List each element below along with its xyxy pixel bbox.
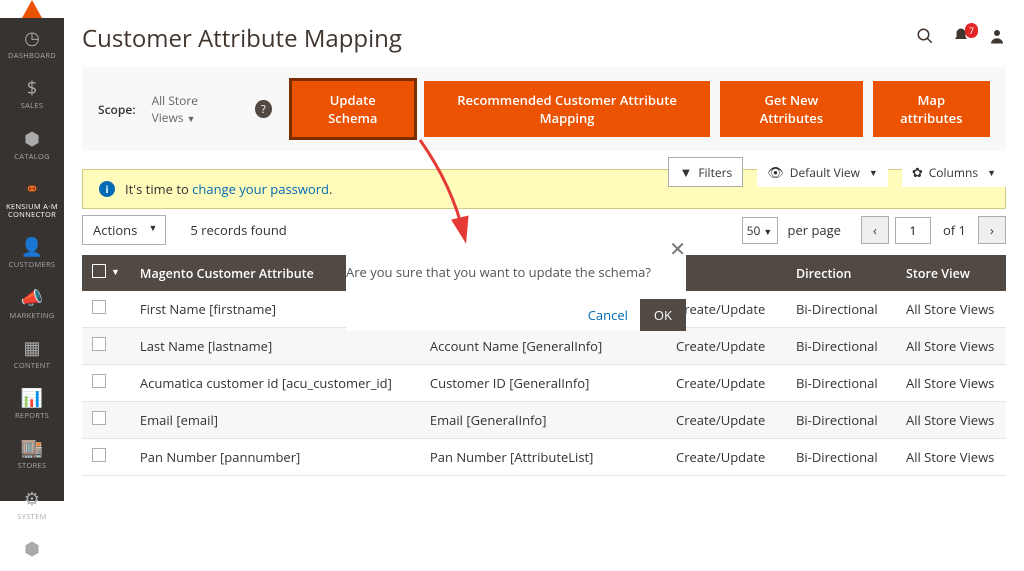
cell-action: Create/Update (666, 439, 786, 476)
change-password-link[interactable]: change your password (192, 180, 329, 198)
row-checkbox[interactable] (92, 337, 106, 351)
cell-magento: Pan Number [pannumber] (130, 439, 420, 476)
chart-icon: 📊 (21, 386, 43, 410)
nav-system[interactable]: ⚙SYSTEM (0, 479, 64, 529)
ok-button[interactable]: OK (640, 299, 686, 331)
col-store-view[interactable]: Store View (896, 255, 1006, 291)
cell-magento: Last Name [lastname] (130, 328, 420, 365)
update-schema-button[interactable]: Update Schema (292, 81, 414, 137)
nav-extra[interactable]: ⬢ (0, 529, 64, 571)
nav-sales[interactable]: $SALES (0, 68, 64, 118)
blocks-icon: ▦ (23, 336, 40, 360)
records-count: 5 records found (190, 221, 286, 239)
page-total: of 1 (943, 221, 966, 239)
page-header: Customer Attribute Mapping 7 (82, 0, 1006, 67)
cell-storeview: All Store Views (896, 402, 1006, 439)
close-icon[interactable]: ✕ (669, 235, 686, 262)
col-direction[interactable]: Direction (786, 255, 896, 291)
cell-direction: Bi-Directional (786, 439, 896, 476)
admin-sidebar: ◷DASHBOARD $SALES ⬢CATALOG ⚭KENSIUM A-M … (0, 0, 64, 501)
row-checkbox[interactable] (92, 374, 106, 388)
gear-icon: ⚙ (24, 487, 40, 511)
person-icon: 👤 (21, 235, 43, 259)
cell-acumatica: Email [GeneralInfo] (420, 402, 666, 439)
cell-acumatica: Pan Number [AttributeList] (420, 439, 666, 476)
per-page-label: per page (788, 221, 841, 239)
notifications-icon[interactable]: 7 (952, 27, 970, 51)
row-checkbox[interactable] (92, 300, 106, 314)
nav-marketing[interactable]: 📣MARKETING (0, 278, 64, 328)
nav-connector[interactable]: ⚭KENSIUM A-M CONNECTOR (0, 169, 64, 228)
nav-reports[interactable]: 📊REPORTS (0, 378, 64, 428)
help-icon[interactable]: ? (255, 100, 271, 118)
row-checkbox[interactable] (92, 411, 106, 425)
module-icon: ⬢ (24, 537, 40, 561)
table-row[interactable]: Acumatica customer id [acu_customer_id]C… (82, 365, 1006, 402)
notification-badge: 7 (965, 23, 978, 38)
select-all-header[interactable]: ▼ (82, 255, 130, 291)
dollar-icon: $ (27, 76, 37, 100)
cell-magento: Acumatica customer id [acu_customer_id] (130, 365, 420, 402)
table-row[interactable]: Last Name [lastname]Account Name [Genera… (82, 328, 1006, 365)
table-row[interactable]: Pan Number [pannumber]Pan Number [Attrib… (82, 439, 1006, 476)
info-icon: i (99, 181, 115, 197)
cell-storeview: All Store Views (896, 291, 1006, 328)
per-page-select[interactable]: 50▼ (742, 217, 778, 244)
default-view-dropdown[interactable]: 👁Default View▼ (757, 157, 888, 187)
page-input[interactable] (895, 217, 931, 244)
next-page-button[interactable]: › (978, 216, 1006, 244)
get-new-attributes-button[interactable]: Get New Attributes (720, 81, 862, 137)
nav-dashboard[interactable]: ◷DASHBOARD (0, 18, 64, 68)
link-icon: ⚭ (24, 177, 39, 201)
cell-storeview: All Store Views (896, 439, 1006, 476)
cell-direction: Bi-Directional (786, 328, 896, 365)
megaphone-icon: 📣 (21, 286, 43, 310)
cell-direction: Bi-Directional (786, 402, 896, 439)
funnel-icon: ▼ (679, 163, 692, 181)
main-content: Customer Attribute Mapping 7 Scope: All … (64, 0, 1024, 501)
scope-label: Scope: (98, 101, 136, 118)
gear-icon: ✿ (912, 163, 923, 181)
nav-customers[interactable]: 👤CUSTOMERS (0, 227, 64, 277)
nav-content[interactable]: ▦CONTENT (0, 328, 64, 378)
cell-acumatica: Customer ID [GeneralInfo] (420, 365, 666, 402)
cell-storeview: All Store Views (896, 365, 1006, 402)
header-actions: 7 (916, 27, 1006, 51)
map-attributes-button[interactable]: Map attributes (873, 81, 990, 137)
recommended-mapping-button[interactable]: Recommended Customer Attribute Mapping (424, 81, 710, 137)
dashboard-icon: ◷ (24, 26, 40, 50)
cell-direction: Bi-Directional (786, 365, 896, 402)
row-checkbox[interactable] (92, 448, 106, 462)
actions-dropdown[interactable]: Actions▼ (82, 215, 166, 245)
store-icon: 🏬 (21, 436, 43, 460)
cube-icon: ⬢ (24, 127, 40, 151)
nav-catalog[interactable]: ⬢CATALOG (0, 119, 64, 169)
scope-selector[interactable]: All Store Views▼ (152, 92, 238, 126)
confirm-dialog: ✕ Are you sure that you want to update t… (346, 255, 686, 331)
cell-direction: Bi-Directional (786, 291, 896, 328)
grid-controls: Actions▼ 5 records found 50▼ per page ‹ … (82, 215, 1006, 245)
logo-icon (22, 0, 42, 18)
table-row[interactable]: Email [email]Email [GeneralInfo]Create/U… (82, 402, 1006, 439)
cell-action: Create/Update (666, 365, 786, 402)
eye-icon: 👁 (767, 163, 784, 181)
cell-acumatica: Account Name [GeneralInfo] (420, 328, 666, 365)
prev-page-button[interactable]: ‹ (861, 216, 889, 244)
cell-action: Create/Update (666, 328, 786, 365)
dialog-message: Are you sure that you want to update the… (346, 255, 686, 299)
cell-storeview: All Store Views (896, 328, 1006, 365)
nav-stores[interactable]: 🏬STORES (0, 428, 64, 478)
columns-dropdown[interactable]: ✿Columns▼ (902, 157, 1006, 187)
filters-button[interactable]: ▼Filters (668, 157, 743, 187)
scope-toolbar: Scope: All Store Views▼ ? Update Schema … (82, 67, 1006, 151)
notice-text: It's time to change your password. (125, 180, 332, 198)
cancel-button[interactable]: Cancel (588, 306, 628, 324)
account-icon[interactable] (988, 27, 1006, 51)
logo (0, 0, 64, 18)
search-icon[interactable] (916, 27, 934, 51)
cell-magento: Email [email] (130, 402, 420, 439)
cell-action: Create/Update (666, 402, 786, 439)
page-title: Customer Attribute Mapping (82, 22, 402, 55)
